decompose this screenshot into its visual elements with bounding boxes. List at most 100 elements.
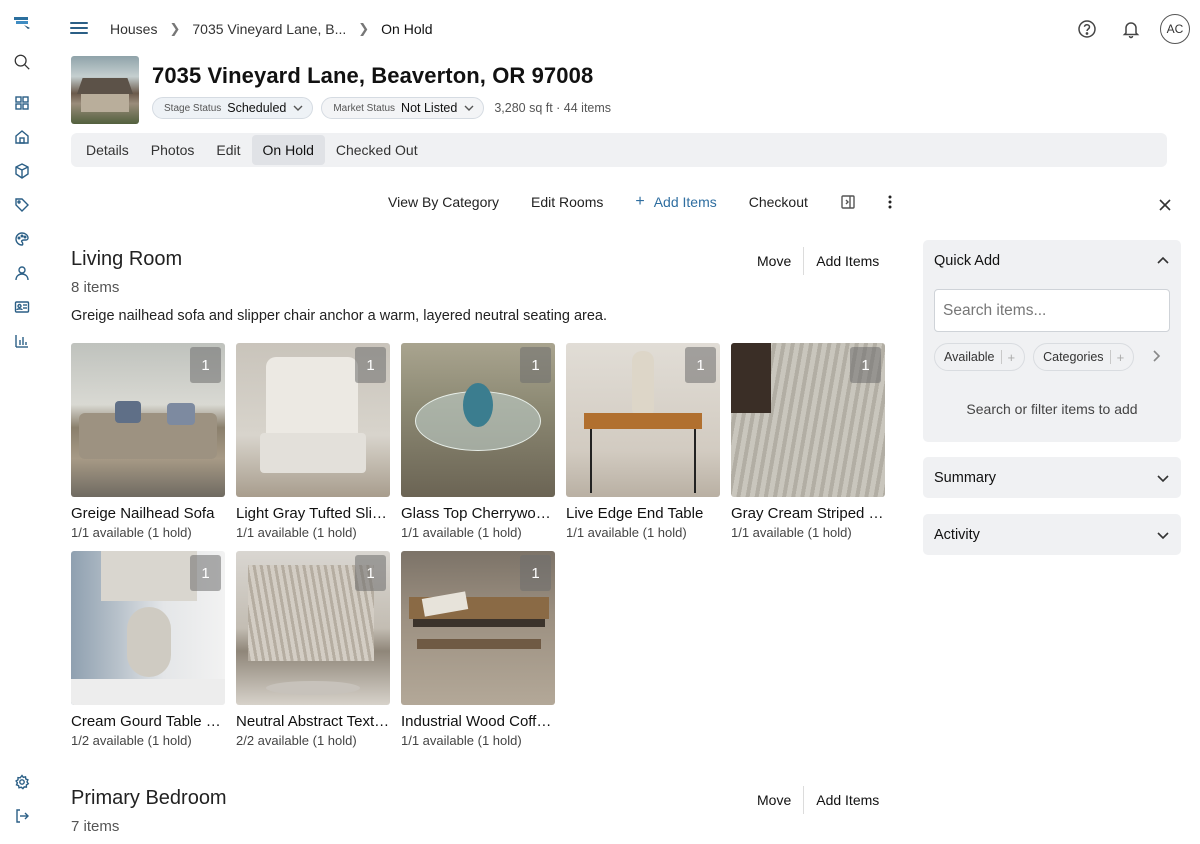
item-card[interactable]: 1 Gray Cream Striped Rug 1/1 available (… (731, 343, 885, 540)
chevron-down-icon (464, 105, 474, 111)
search-icon[interactable] (12, 52, 32, 72)
plus-icon: + (635, 193, 645, 210)
item-card[interactable]: 1 Glass Top Cherrywood Table 1/1 availab… (401, 343, 555, 540)
tab-edit[interactable]: Edit (205, 135, 251, 165)
quantity-badge: 1 (520, 555, 551, 591)
bell-icon[interactable] (1116, 14, 1146, 44)
item-name: Gray Cream Striped Rug (731, 505, 885, 522)
quick-add-search-input[interactable] (934, 289, 1170, 332)
checkout-button[interactable]: Checkout (749, 194, 808, 210)
item-name: Cream Gourd Table Lamp (71, 713, 225, 730)
quantity-badge: 1 (190, 555, 221, 591)
item-card[interactable]: 1 Live Edge End Table 1/1 available (1 h… (566, 343, 720, 540)
activity-title: Activity (934, 526, 980, 543)
quantity-badge: 1 (520, 347, 551, 383)
toggle-panel-icon[interactable] (840, 194, 856, 210)
plus-icon: + (1007, 349, 1016, 365)
quantity-badge: 1 (355, 555, 386, 591)
close-icon[interactable] (1156, 196, 1174, 214)
chevron-down-icon (1157, 474, 1169, 482)
quantity-badge: 1 (355, 347, 386, 383)
logout-icon[interactable] (12, 806, 32, 826)
property-meta: 3,280 sq ft · 44 items (494, 101, 612, 115)
section-item-count: 7 items (71, 818, 120, 835)
item-availability: 1/1 available (1 hold) (236, 525, 357, 540)
section-actions: Move Add Items (745, 786, 891, 814)
item-card[interactable]: 1 Neutral Abstract Textured Art 2/2 avai… (236, 551, 390, 748)
view-by-category-button[interactable]: View By Category (388, 194, 499, 210)
left-rail (0, 0, 44, 844)
activity-header[interactable]: Activity (923, 514, 1181, 555)
stage-status-dropdown[interactable]: Stage Status Scheduled (152, 97, 314, 119)
item-photo: 1 (401, 551, 555, 705)
item-card[interactable]: 1 Industrial Wood Coffee Table 1/1 avail… (401, 551, 555, 748)
app-logo-icon[interactable] (12, 12, 32, 32)
item-availability: 1/1 available (1 hold) (401, 733, 522, 748)
breadcrumb-property[interactable]: 7035 Vineyard Lane, B... (192, 21, 346, 37)
add-items-button[interactable]: + Add Items (635, 193, 716, 211)
reports-icon[interactable] (12, 331, 32, 351)
quick-add-header[interactable]: Quick Add (923, 240, 1181, 281)
item-card[interactable]: 1 Greige Nailhead Sofa 1/1 available (1 … (71, 343, 225, 540)
chevron-right-icon[interactable] (1149, 349, 1163, 363)
item-name: Glass Top Cherrywood Table (401, 505, 555, 522)
tab-photos[interactable]: Photos (140, 135, 206, 165)
item-availability: 1/1 available (1 hold) (731, 525, 852, 540)
palette-icon[interactable] (12, 229, 32, 249)
item-availability: 1/1 available (1 hold) (566, 525, 687, 540)
filter-chip-available[interactable]: Available + (934, 343, 1026, 371)
item-card[interactable]: 1 Cream Gourd Table Lamp 1/2 available (… (71, 551, 225, 748)
user-avatar[interactable]: AC (1160, 14, 1190, 44)
market-status-label: Market Status (333, 102, 396, 114)
item-photo: 1 (236, 343, 390, 497)
item-photo: 1 (566, 343, 720, 497)
edit-rooms-button[interactable]: Edit Rooms (531, 194, 603, 210)
section-add-items-button[interactable]: Add Items (804, 253, 891, 269)
add-items-label: Add Items (653, 194, 717, 210)
chip-label: Available (944, 350, 995, 364)
tab-on-hold[interactable]: On Hold (251, 135, 325, 165)
item-photo: 1 (236, 551, 390, 705)
menu-icon[interactable] (70, 22, 88, 36)
move-button[interactable]: Move (745, 253, 803, 269)
move-button[interactable]: Move (745, 792, 803, 808)
filter-chips: Available + Categories + (934, 343, 1142, 371)
quantity-badge: 1 (190, 347, 221, 383)
status-row: Stage Status Scheduled Market Status Not… (152, 97, 611, 119)
toolbar: View By Category Edit Rooms + Add Items … (372, 189, 930, 215)
item-name: Light Gray Tufted Slipper Chair (236, 505, 390, 522)
item-name: Industrial Wood Coffee Table (401, 713, 555, 730)
section-title: Primary Bedroom (71, 787, 227, 809)
item-card[interactable]: 1 Light Gray Tufted Slipper Chair 1/1 av… (236, 343, 390, 540)
tag-icon[interactable] (12, 195, 32, 215)
user-icon[interactable] (12, 263, 32, 283)
box-icon[interactable] (12, 161, 32, 181)
section-add-items-button[interactable]: Add Items (804, 792, 891, 808)
tab-checked-out[interactable]: Checked Out (325, 135, 429, 165)
summary-title: Summary (934, 469, 997, 486)
summary-header[interactable]: Summary (923, 457, 1181, 498)
item-photo: 1 (731, 343, 885, 497)
settings-icon[interactable] (12, 772, 32, 792)
quick-add-panel: Quick Add Available + Categories + Searc… (923, 240, 1181, 442)
quick-add-title: Quick Add (934, 252, 1001, 269)
market-status-dropdown[interactable]: Market Status Not Listed (321, 97, 485, 119)
item-availability: 1/1 available (1 hold) (401, 525, 522, 540)
dashboard-icon[interactable] (12, 93, 32, 113)
help-icon[interactable] (1072, 14, 1102, 44)
section-description: Greige nailhead sofa and slipper chair a… (71, 308, 608, 324)
id-card-icon[interactable] (12, 297, 32, 317)
tab-details[interactable]: Details (75, 135, 140, 165)
activity-panel: Activity (923, 514, 1181, 555)
home-icon[interactable] (12, 127, 32, 147)
quantity-badge: 1 (850, 347, 881, 383)
item-photo: 1 (71, 551, 225, 705)
filter-chip-categories[interactable]: Categories + (1033, 343, 1135, 371)
more-options-icon[interactable] (882, 194, 898, 210)
property-title: 7035 Vineyard Lane, Beaverton, OR 97008 (152, 63, 594, 88)
stage-status-value: Scheduled (227, 101, 287, 115)
section-item-count: 8 items (71, 279, 120, 296)
section-actions: Move Add Items (745, 247, 891, 275)
breadcrumb-houses[interactable]: Houses (110, 21, 157, 37)
item-availability: 2/2 available (1 hold) (236, 733, 357, 748)
